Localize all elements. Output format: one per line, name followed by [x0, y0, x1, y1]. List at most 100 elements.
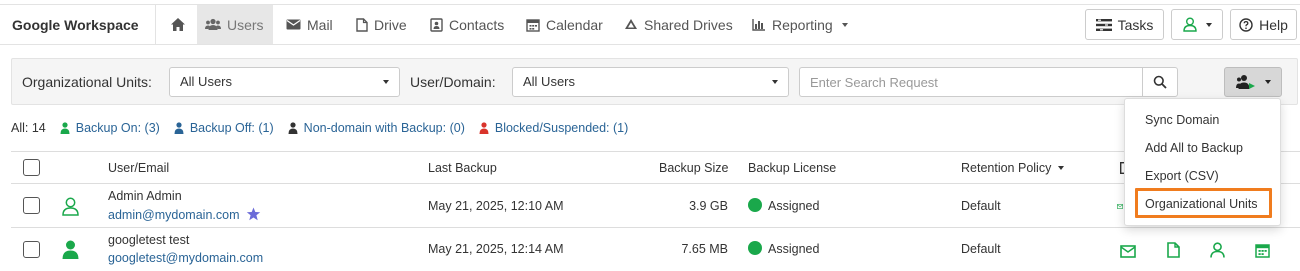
table-header: User/Email Last Backup Backup Size Backu…: [11, 151, 1300, 184]
tasks-icon: [1095, 18, 1112, 31]
nav-drive-label: Drive: [374, 16, 407, 33]
chevron-down-icon: [1264, 80, 1271, 84]
col-retention-policy[interactable]: Retention Policy: [961, 161, 1064, 175]
user-email-cell: admin@mydomain.com: [108, 207, 261, 222]
filter-non-domain-label: Non-domain with Backup: (0): [303, 121, 465, 135]
col-last-backup[interactable]: Last Backup: [428, 161, 497, 175]
domain-select[interactable]: All Users: [512, 67, 789, 97]
star-icon: [246, 207, 261, 221]
nav-contacts-label: Contacts: [449, 16, 505, 33]
users-icon: [205, 18, 221, 30]
user-filled-icon: [62, 240, 79, 259]
tasks-button[interactable]: Tasks: [1085, 9, 1164, 40]
filter-blocked[interactable]: Blocked/Suspended: (1): [479, 121, 628, 135]
table-row[interactable]: googletest test googletest@mydomain.com …: [11, 228, 1300, 271]
menu-item-export-csv[interactable]: Export (CSV): [1145, 169, 1219, 183]
retention-policy: Default: [961, 242, 1001, 256]
account-menu-button[interactable]: [1171, 9, 1223, 40]
home-icon: [171, 18, 185, 31]
chevron-down-icon: [772, 80, 778, 84]
search-button[interactable]: [1142, 67, 1178, 97]
chevron-down-icon: [1205, 22, 1212, 27]
bar-chart-icon: [752, 19, 765, 31]
user-outline-icon: [62, 197, 79, 216]
drive-service-icon[interactable]: [1164, 241, 1182, 259]
user-name: Admin Admin: [108, 189, 182, 203]
help-button[interactable]: Help: [1230, 9, 1297, 40]
col-backup-license[interactable]: Backup License: [748, 161, 836, 175]
user-green-icon: [60, 122, 70, 134]
drive-triangle-icon: [625, 19, 637, 29]
user-summary: All: 14 Backup On: (3) Backup Off: (1) N…: [11, 121, 642, 135]
summary-all: All: 14: [11, 121, 46, 135]
user-dark-icon: [288, 122, 298, 134]
nav-users[interactable]: Users: [197, 5, 273, 44]
help-label: Help: [1259, 16, 1288, 33]
backup-size: 3.9 GB: [689, 199, 728, 213]
search-icon: [1153, 75, 1167, 89]
backup-license: Assigned: [748, 198, 819, 213]
row-checkbox[interactable]: [23, 241, 40, 258]
nav-calendar[interactable]: Calendar: [518, 5, 611, 44]
menu-item-sync-domain[interactable]: Sync Domain: [1145, 113, 1219, 127]
user-actions-button[interactable]: [1224, 67, 1282, 97]
select-all-checkbox[interactable]: [23, 159, 40, 176]
app-title: Google Workspace: [12, 17, 139, 33]
nav-divider: [155, 5, 156, 44]
file-icon: [356, 17, 368, 32]
nav-mail[interactable]: Mail: [278, 5, 341, 44]
search-input[interactable]: [799, 67, 1143, 97]
menu-item-add-all-to-backup[interactable]: Add All to Backup: [1145, 141, 1243, 155]
last-backup: May 21, 2025, 12:10 AM: [428, 199, 564, 213]
nav-reporting[interactable]: Reporting: [744, 5, 856, 44]
col-retention-policy-label: Retention Policy: [961, 161, 1052, 175]
mail-service-icon[interactable]: [1117, 197, 1123, 215]
domain-select-value: All Users: [523, 74, 576, 89]
nav-shared-drives-label: Shared Drives: [644, 16, 733, 33]
user-email-link[interactable]: admin@mydomain.com: [108, 208, 239, 222]
ou-select-value: All Users: [180, 74, 233, 89]
mail-service-icon[interactable]: [1119, 242, 1137, 260]
users-sync-icon: [1235, 75, 1255, 89]
filter-bar: Organizational Units: All Users User/Dom…: [11, 58, 1298, 105]
calendar-service-icon[interactable]: [1253, 241, 1271, 259]
user-email-cell: googletest@mydomain.com: [108, 251, 263, 265]
contacts-service-icon[interactable]: [1208, 241, 1226, 259]
filter-backup-off[interactable]: Backup Off: (1): [174, 121, 274, 135]
row-checkbox[interactable]: [23, 197, 40, 214]
nav-drive[interactable]: Drive: [348, 5, 415, 44]
filter-backup-on[interactable]: Backup On: (3): [60, 121, 160, 135]
ou-select[interactable]: All Users: [169, 67, 400, 97]
sort-caret-icon: [1057, 166, 1064, 170]
last-backup: May 21, 2025, 12:14 AM: [428, 242, 564, 256]
license-status-dot: [748, 198, 762, 212]
user-name: googletest test: [108, 233, 190, 247]
backup-license: Assigned: [748, 241, 819, 256]
top-navigation: Google Workspace Users Mail Drive Contac…: [0, 4, 1300, 45]
retention-policy: Default: [961, 199, 1001, 213]
domain-filter-label: User/Domain:: [410, 74, 496, 90]
user-outline-icon: [1182, 17, 1197, 32]
nav-shared-drives[interactable]: Shared Drives: [616, 5, 741, 44]
nav-users-label: Users: [227, 16, 264, 33]
license-status-label: Assigned: [768, 199, 820, 213]
table-row[interactable]: Admin Admin admin@mydomain.com May 21, 2…: [11, 184, 1300, 228]
col-backup-size[interactable]: Backup Size: [659, 161, 728, 175]
filter-backup-off-label: Backup Off: (1): [189, 121, 274, 135]
nav-contacts[interactable]: Contacts: [422, 5, 512, 44]
nav-mail-label: Mail: [307, 16, 333, 33]
user-email-link[interactable]: googletest@mydomain.com: [108, 251, 263, 265]
home-button[interactable]: [160, 5, 196, 44]
tasks-label: Tasks: [1117, 16, 1154, 33]
filter-backup-on-label: Backup On: (3): [75, 121, 160, 135]
filter-non-domain[interactable]: Non-domain with Backup: (0): [288, 121, 465, 135]
user-red-icon: [479, 122, 489, 134]
col-user-email[interactable]: User/Email: [108, 161, 169, 175]
nav-reporting-label: Reporting: [772, 16, 833, 33]
backup-size: 7.65 MB: [681, 242, 728, 256]
chevron-down-icon: [841, 22, 848, 27]
chevron-down-icon: [383, 80, 389, 84]
contact-card-icon: [430, 17, 443, 32]
question-circle-icon: [1239, 17, 1253, 32]
license-status-dot: [748, 241, 762, 255]
